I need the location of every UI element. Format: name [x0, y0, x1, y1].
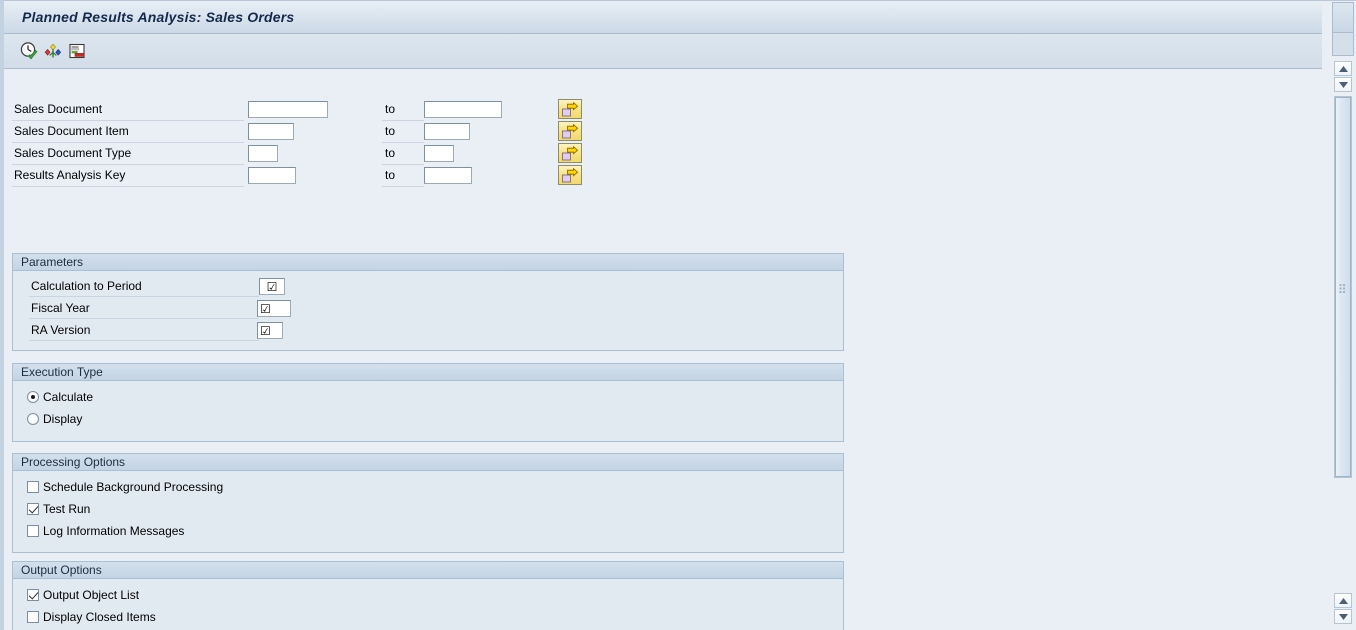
- label-underline: [29, 296, 259, 297]
- label-underline: [29, 318, 259, 319]
- checkbox-label-log-information-messages: Log Information Messages: [43, 524, 185, 538]
- checkbox-option-schedule-background-processing[interactable]: Schedule Background Processing: [27, 480, 223, 494]
- checkbox-label-schedule-background-processing: Schedule Background Processing: [43, 480, 224, 494]
- results-analysis-key-to-input[interactable]: [424, 167, 472, 184]
- parameters-group-body: Calculation to Period Fiscal Year RA Ver…: [13, 271, 843, 351]
- output-options-group-title: Output Options: [13, 562, 843, 579]
- caret-up-icon: [1338, 65, 1348, 72]
- to-underline: [382, 164, 424, 165]
- to-underline: [382, 186, 424, 187]
- calculation-to-period-input[interactable]: [259, 278, 285, 295]
- sap-window: Planned Results Analysis: Sales Orders S…: [0, 0, 1356, 630]
- checkbox-indicator-log-information-messages[interactable]: [27, 525, 39, 537]
- to-label: to: [385, 124, 396, 138]
- scroll-down-button[interactable]: [1334, 77, 1352, 92]
- sales-document-item-to-input[interactable]: [424, 123, 470, 140]
- sales-document-to-input[interactable]: [424, 101, 502, 118]
- caret-down-icon: [1338, 613, 1348, 620]
- sales-document-type-from-input[interactable]: [248, 145, 278, 162]
- multi-select-arrow-icon: [562, 123, 579, 138]
- output-options-group-body: Output Object List Display Closed Items: [13, 579, 843, 630]
- to-label: to: [385, 146, 396, 160]
- to-underline: [382, 120, 424, 121]
- multi-select-arrow-icon: [562, 167, 579, 182]
- scrollbar-thumb-grip: [1339, 282, 1349, 293]
- label-underline: [12, 164, 244, 165]
- label-underline: [12, 186, 244, 187]
- scrollbar-thumb[interactable]: [1335, 97, 1351, 477]
- window-title-bar: Planned Results Analysis: Sales Orders: [4, 1, 1356, 34]
- checkbox-option-display-closed-items[interactable]: Display Closed Items: [27, 610, 156, 624]
- to-underline: [382, 142, 424, 143]
- selection-screen-content: Sales Document to Sales Document Item to: [4, 70, 1326, 630]
- execution-type-group-body: Calculate Display: [13, 381, 843, 442]
- radio-indicator-calculate[interactable]: [27, 391, 39, 403]
- checkbox-option-log-information-messages[interactable]: Log Information Messages: [27, 524, 184, 538]
- window-scroll-up-button[interactable]: [1334, 593, 1352, 608]
- to-label: to: [385, 168, 396, 182]
- parameter-label: Calculation to Period: [31, 279, 142, 293]
- checkbox-option-output-object-list[interactable]: Output Object List: [27, 588, 139, 602]
- selection-label: Sales Document: [14, 102, 103, 116]
- checkbox-option-test-run[interactable]: Test Run: [27, 502, 90, 516]
- caret-up-icon: [1338, 597, 1348, 604]
- checkbox-indicator-output-object-list[interactable]: [27, 589, 39, 601]
- execute-icon[interactable]: [19, 41, 39, 61]
- results-analysis-key-from-input[interactable]: [248, 167, 296, 184]
- ra-version-input[interactable]: [257, 322, 283, 339]
- label-underline: [12, 120, 244, 121]
- report-icon[interactable]: [67, 41, 87, 61]
- selection-label: Results Analysis Key: [14, 168, 126, 182]
- vertical-scrollbar-area: [1322, 1, 1356, 630]
- fiscal-year-input[interactable]: [257, 300, 291, 317]
- multiple-selection-button-results-analysis-key[interactable]: [558, 165, 582, 185]
- multi-select-arrow-icon: [562, 145, 579, 160]
- to-label: to: [385, 102, 396, 116]
- selection-label: Sales Document Type: [14, 146, 132, 160]
- parameters-group-title: Parameters: [13, 254, 843, 271]
- window-scroll-down-button[interactable]: [1334, 609, 1352, 624]
- processing-options-group: Processing Options Schedule Background P…: [12, 453, 844, 553]
- checkbox-indicator-test-run[interactable]: [27, 503, 39, 515]
- scroll-up-button[interactable]: [1334, 61, 1352, 76]
- multi-select-arrow-icon: [562, 101, 579, 116]
- radio-option-calculate[interactable]: Calculate: [27, 390, 93, 404]
- parameter-label: Fiscal Year: [31, 301, 90, 315]
- checkbox-label-display-closed-items: Display Closed Items: [43, 610, 156, 624]
- execution-type-group-title: Execution Type: [13, 364, 843, 381]
- sales-document-type-to-input[interactable]: [424, 145, 454, 162]
- radio-option-display[interactable]: Display: [27, 412, 82, 426]
- multiple-selection-button-sales-document[interactable]: [558, 99, 582, 119]
- execution-type-group: Execution Type Calculate Display: [12, 363, 844, 442]
- processing-options-group-title: Processing Options: [13, 454, 843, 471]
- radio-label-display: Display: [43, 412, 83, 426]
- output-options-group: Output Options Output Object List Displa…: [12, 561, 844, 630]
- selection-label: Sales Document Item: [14, 124, 129, 138]
- variant-icon[interactable]: [43, 41, 63, 61]
- scrollbar-track[interactable]: [1334, 96, 1352, 478]
- checkbox-indicator-display-closed-items[interactable]: [27, 611, 39, 623]
- parameter-label: RA Version: [31, 323, 91, 337]
- label-underline: [12, 142, 244, 143]
- radio-label-calculate: Calculate: [43, 390, 94, 404]
- checkbox-label-test-run: Test Run: [43, 502, 91, 516]
- multiple-selection-button-sales-document-item[interactable]: [558, 121, 582, 141]
- sales-document-item-from-input[interactable]: [248, 123, 294, 140]
- parameters-group: Parameters Calculation to Period Fiscal …: [12, 253, 844, 351]
- multiple-selection-button-sales-document-type[interactable]: [558, 143, 582, 163]
- scrollbar-corner-top-secondary: [1332, 33, 1354, 56]
- application-toolbar: © www.tutorialkart.com: [4, 34, 1356, 97]
- processing-options-group-body: Schedule Background Processing Test Run …: [13, 471, 843, 553]
- radio-indicator-display[interactable]: [27, 413, 39, 425]
- checkbox-label-output-object-list: Output Object List: [43, 588, 140, 602]
- sales-document-from-input[interactable]: [248, 101, 328, 118]
- scrollbar-corner-top: [1332, 2, 1354, 33]
- caret-down-icon: [1338, 81, 1348, 88]
- page-title: Planned Results Analysis: Sales Orders: [22, 9, 295, 25]
- checkbox-indicator-schedule-background-processing[interactable]: [27, 481, 39, 493]
- label-underline: [29, 340, 259, 341]
